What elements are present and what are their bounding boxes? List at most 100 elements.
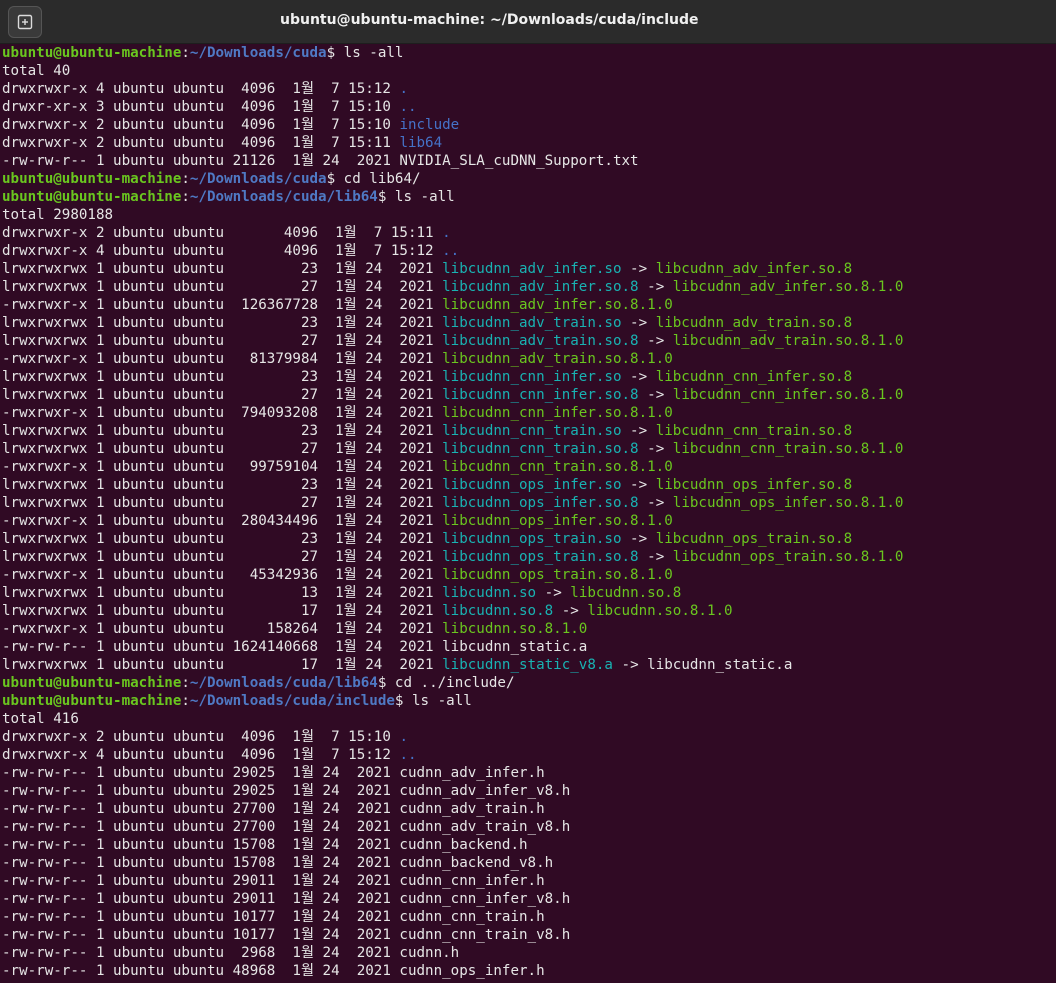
terminal-line: drwxrwxr-x 2 ubuntu ubuntu 4096 1월 7 15:…: [0, 728, 1056, 746]
terminal-line: -rwxrwxr-x 1 ubuntu ubuntu 280434496 1월 …: [0, 512, 1056, 530]
terminal-line: lrwxrwxrwx 1 ubuntu ubuntu 27 1월 24 2021…: [0, 548, 1056, 566]
terminal-text-segment: -rw-rw-r-- 1 ubuntu ubuntu 2968 1월 24 20…: [2, 945, 460, 961]
terminal-text-segment: -rw-rw-r-- 1 ubuntu ubuntu 15708 1월 24 2…: [2, 837, 528, 853]
terminal-line: -rwxrwxr-x 1 ubuntu ubuntu 45342936 1월 2…: [0, 566, 1056, 584]
terminal-line: -rw-rw-r-- 1 ubuntu ubuntu 29011 1월 24 2…: [0, 872, 1056, 890]
terminal-text-segment: -rw-rw-r-- 1 ubuntu ubuntu 1624140668 1월…: [2, 639, 588, 655]
terminal-text-segment: lrwxrwxrwx 1 ubuntu ubuntu 27 1월 24 2021: [2, 441, 443, 457]
terminal-text-segment: -rw-rw-r-- 1 ubuntu ubuntu 27700 1월 24 2…: [2, 801, 545, 817]
terminal-text-segment: libcudnn_adv_train.so.8.1.0: [672, 333, 904, 349]
terminal-line: -rw-rw-r-- 1 ubuntu ubuntu 48968 1월 24 2…: [0, 962, 1056, 980]
terminal-text-segment: -rw-rw-r-- 1 ubuntu ubuntu 29025 1월 24 2…: [2, 783, 571, 799]
terminal-text-segment: libcudnn_cnn_infer.so.8.1.0: [672, 387, 904, 403]
terminal-line: ubuntu@ubuntu-machine:~/Downloads/cuda/l…: [0, 674, 1056, 692]
terminal-text-segment: libcudnn_cnn_train.so: [442, 423, 622, 439]
terminal-text-segment: -> libcudnn_static.a: [612, 657, 793, 673]
terminal-line: drwxrwxr-x 4 ubuntu ubuntu 4096 1월 7 15:…: [0, 80, 1056, 98]
terminal-line: ubuntu@ubuntu-machine:~/Downloads/cuda$ …: [0, 44, 1056, 62]
terminal-text-segment: ubuntu@ubuntu-machine: [2, 45, 182, 61]
terminal-text-segment: .: [399, 81, 408, 97]
terminal-text-segment: libcudnn_cnn_train.so.8.1.0: [442, 459, 673, 475]
terminal-text-segment: drwxr-xr-x 3 ubuntu ubuntu 4096 1월 7 15:…: [2, 99, 400, 115]
terminal-line: ubuntu@ubuntu-machine:~/Downloads/cuda/l…: [0, 188, 1056, 206]
terminal-text-segment: total 40: [2, 63, 71, 79]
terminal-text-segment: libcudnn_ops_infer.so.8: [442, 495, 639, 511]
terminal-text-segment: libcudnn_cnn_train.so.8.1.0: [672, 441, 904, 457]
terminal-text-segment: ubuntu@ubuntu-machine: [2, 171, 182, 187]
terminal-line: lrwxrwxrwx 1 ubuntu ubuntu 27 1월 24 2021…: [0, 278, 1056, 296]
terminal-text-segment: ->: [638, 333, 673, 349]
terminal-text-segment: total 416: [2, 711, 79, 727]
terminal-text-segment: ubuntu@ubuntu-machine: [2, 189, 182, 205]
terminal-text-segment: libcudnn.so.8.1.0: [587, 603, 733, 619]
terminal-text-segment: drwxrwxr-x 4 ubuntu ubuntu 4096 1월 7 15:…: [2, 243, 443, 259]
terminal-line: lrwxrwxrwx 1 ubuntu ubuntu 27 1월 24 2021…: [0, 440, 1056, 458]
terminal-line: drwxrwxr-x 4 ubuntu ubuntu 4096 1월 7 15:…: [0, 746, 1056, 764]
terminal-line: -rwxrwxr-x 1 ubuntu ubuntu 126367728 1월 …: [0, 296, 1056, 314]
terminal-line: lrwxrwxrwx 1 ubuntu ubuntu 23 1월 24 2021…: [0, 368, 1056, 386]
terminal-line: lrwxrwxrwx 1 ubuntu ubuntu 27 1월 24 2021…: [0, 386, 1056, 404]
terminal-text-segment: ->: [621, 315, 656, 331]
terminal-text-segment: ~/Downloads/cuda: [189, 45, 327, 61]
terminal-text-segment: drwxrwxr-x 2 ubuntu ubuntu 4096 1월 7 15:…: [2, 225, 443, 241]
terminal-text-segment: -rw-rw-r-- 1 ubuntu ubuntu 15708 1월 24 2…: [2, 855, 554, 871]
terminal-text-segment: .: [399, 729, 408, 745]
terminal-text-segment: $ cd ../include/: [377, 675, 515, 691]
terminal-text-segment: libcudnn_ops_train.so.8: [442, 549, 639, 565]
terminal-line: lrwxrwxrwx 1 ubuntu ubuntu 27 1월 24 2021…: [0, 332, 1056, 350]
terminal-text-segment: libcudnn_adv_infer.so.8: [655, 261, 853, 277]
terminal-text-segment: lrwxrwxrwx 1 ubuntu ubuntu 17 1월 24 2021: [2, 657, 443, 673]
terminal-text-segment: ..: [399, 747, 417, 763]
terminal-text-segment: libcudnn_adv_train.so: [442, 315, 622, 331]
terminal-line: -rwxrwxr-x 1 ubuntu ubuntu 99759104 1월 2…: [0, 458, 1056, 476]
terminal-text-segment: libcudnn_ops_train.so.8.1.0: [442, 567, 673, 583]
terminal-line: -rw-rw-r-- 1 ubuntu ubuntu 27700 1월 24 2…: [0, 800, 1056, 818]
terminal-text-segment: lib64: [399, 135, 443, 151]
terminal-text-segment: ..: [442, 243, 460, 259]
terminal-text-segment: libcudnn_adv_infer.so.8: [442, 279, 639, 295]
terminal-text-segment: libcudnn.so.8: [570, 585, 682, 601]
terminal-line: -rw-rw-r-- 1 ubuntu ubuntu 29025 1월 24 2…: [0, 782, 1056, 800]
terminal-line: -rw-rw-r-- 1 ubuntu ubuntu 15708 1월 24 2…: [0, 854, 1056, 872]
terminal-text-segment: :: [181, 693, 190, 709]
terminal-text-segment: ->: [621, 423, 656, 439]
terminal-text-segment: ubuntu@ubuntu-machine: [2, 675, 182, 691]
terminal-text-segment: -rw-rw-r-- 1 ubuntu ubuntu 48968 1월 24 2…: [2, 963, 545, 979]
terminal-text-segment: drwxrwxr-x 4 ubuntu ubuntu 4096 1월 7 15:…: [2, 747, 400, 763]
terminal-line: -rw-rw-r-- 1 ubuntu ubuntu 10177 1월 24 2…: [0, 908, 1056, 926]
terminal-text-segment: libcudnn_cnn_infer.so.8: [442, 387, 639, 403]
terminal-text-segment: :: [181, 45, 190, 61]
terminal-text-segment: ->: [621, 261, 656, 277]
terminal-line: total 416: [0, 710, 1056, 728]
terminal-text-segment: lrwxrwxrwx 1 ubuntu ubuntu 23 1월 24 2021: [2, 531, 443, 547]
terminal-text-segment: ->: [536, 585, 571, 601]
terminal-text-segment: ubuntu@ubuntu-machine: [2, 693, 182, 709]
terminal-text-segment: libcudnn_cnn_infer.so.8: [655, 369, 853, 385]
terminal-text-segment: $ cd lib64/: [326, 171, 421, 187]
terminal-text-segment: ->: [638, 441, 673, 457]
terminal-text-segment: lrwxrwxrwx 1 ubuntu ubuntu 23 1월 24 2021: [2, 315, 443, 331]
terminal-line: drwxrwxr-x 2 ubuntu ubuntu 4096 1월 7 15:…: [0, 224, 1056, 242]
terminal-text-segment: libcudnn_adv_train.so.8.1.0: [442, 351, 673, 367]
terminal-text-segment: -rwxrwxr-x 1 ubuntu ubuntu 126367728 1월 …: [2, 297, 443, 313]
terminal-line: -rw-rw-r-- 1 ubuntu ubuntu 1624140668 1월…: [0, 638, 1056, 656]
terminal-line: lrwxrwxrwx 1 ubuntu ubuntu 13 1월 24 2021…: [0, 584, 1056, 602]
terminal-text-segment: -rw-rw-r-- 1 ubuntu ubuntu 10177 1월 24 2…: [2, 909, 545, 925]
terminal-text-segment: ->: [621, 369, 656, 385]
terminal-text-segment: libcudnn.so: [442, 585, 537, 601]
terminal-text-segment: ->: [638, 549, 673, 565]
terminal-text-segment: include: [399, 117, 460, 133]
terminal-text-segment: libcudnn_adv_train.so.8: [442, 333, 639, 349]
terminal-line: ubuntu@ubuntu-machine:~/Downloads/cuda$ …: [0, 170, 1056, 188]
terminal-text-segment: $ ls -all: [326, 45, 404, 61]
terminal-text-segment: libcudnn_cnn_infer.so: [442, 369, 622, 385]
terminal-text-segment: :: [181, 189, 190, 205]
terminal-line: lrwxrwxrwx 1 ubuntu ubuntu 23 1월 24 2021…: [0, 476, 1056, 494]
terminal-text-segment: ~/Downloads/cuda/lib64: [189, 675, 378, 691]
terminal-line: drwxr-xr-x 3 ubuntu ubuntu 4096 1월 7 15:…: [0, 98, 1056, 116]
terminal-text-segment: -rwxrwxr-x 1 ubuntu ubuntu 280434496 1월 …: [2, 513, 443, 529]
terminal-line: drwxrwxr-x 4 ubuntu ubuntu 4096 1월 7 15:…: [0, 242, 1056, 260]
terminal-text-segment: libcudnn_cnn_train.so.8: [442, 441, 639, 457]
terminal-line: lrwxrwxrwx 1 ubuntu ubuntu 23 1월 24 2021…: [0, 260, 1056, 278]
terminal-output[interactable]: ubuntu@ubuntu-machine:~/Downloads/cuda$ …: [0, 44, 1056, 983]
